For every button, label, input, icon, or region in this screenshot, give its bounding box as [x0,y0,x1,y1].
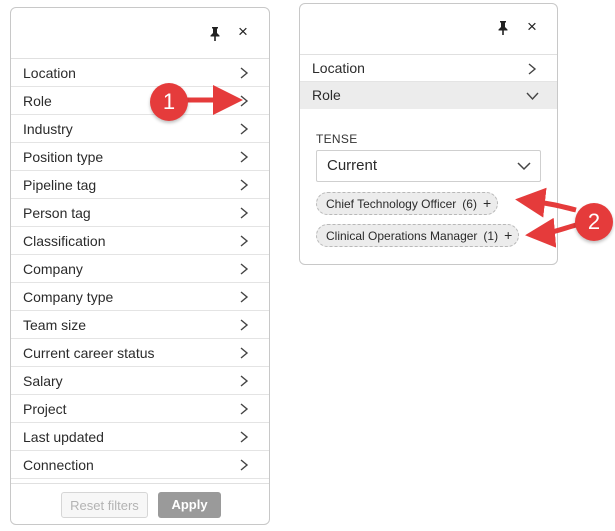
filter-item-company[interactable]: Company [11,255,269,283]
chevron-right-icon [240,67,249,79]
filter-item-current-career-status[interactable]: Current career status [11,339,269,367]
filter-item-label: Connection [23,457,94,473]
chip-label: Clinical Operations Manager [326,229,478,243]
filter-item-label: Role [23,93,52,109]
chevron-right-icon [240,263,249,275]
chevron-right-icon [240,207,249,219]
role-chip-chief-technology-officer[interactable]: Chief Technology Officer (6) + [316,192,499,215]
chevron-right-icon [240,403,249,415]
chevron-right-icon [240,123,249,135]
pin-icon[interactable] [497,21,509,35]
pin-icon[interactable] [209,27,221,41]
filter-item-industry[interactable]: Industry [11,115,269,143]
filter-item-location[interactable]: Location [11,59,269,87]
role-chip-clinical-operations-manager[interactable]: Clinical Operations Manager (1) + [316,224,520,247]
plus-icon[interactable]: + [504,227,512,243]
filter-item-label: Classification [23,233,106,249]
filter-item-label: Company [23,261,83,277]
filter-item-connection[interactable]: Connection [11,451,269,479]
filter-item-person-tag[interactable]: Person tag [11,199,269,227]
tense-select-value: Current [327,157,378,174]
filter-item-label: Role [312,87,341,103]
chip-count: (6) [462,197,477,211]
panel-header: × [11,8,269,59]
filter-item-company-type[interactable]: Company type [11,283,269,311]
chevron-right-icon [240,319,249,331]
tense-select[interactable]: Current [316,150,541,182]
chevron-right-icon [240,291,249,303]
filter-item-label: Location [23,65,76,81]
close-icon[interactable]: × [524,18,540,36]
filter-item-label: Company type [23,289,114,305]
filter-item-last-updated[interactable]: Last updated [11,423,269,451]
filter-item-label: Person tag [23,205,91,221]
chip-label: Chief Technology Officer [326,197,457,211]
chevron-right-icon [240,459,249,471]
chevron-right-icon [240,151,249,163]
filter-item-position-type[interactable]: Position type [11,143,269,171]
filter-item-label: Pipeline tag [23,177,97,193]
chevron-down-icon [526,92,539,101]
filter-item-role[interactable]: Role [11,87,269,115]
chevron-right-icon [240,179,249,191]
filter-item-label: Industry [23,121,73,137]
chevron-right-icon [240,95,249,107]
callout-badge-1: 1 [150,83,188,121]
filter-item-pipeline-tag[interactable]: Pipeline tag [11,171,269,199]
close-icon[interactable]: × [235,23,251,41]
chevron-right-icon [240,347,249,359]
chip-count: (1) [483,229,499,243]
reset-filters-button[interactable]: Reset filters [61,492,148,518]
chevron-right-icon [240,431,249,443]
filter-item-project[interactable]: Project [11,395,269,423]
apply-button[interactable]: Apply [158,492,221,518]
panel-header: × [300,4,557,55]
filter-item-label: Location [312,60,365,76]
plus-icon[interactable]: + [483,195,491,211]
filter-item-label: Team size [23,317,87,333]
panel-footer: Reset filters Apply [11,483,269,524]
tense-label: TENSE [316,132,358,146]
filter-item-team-size[interactable]: Team size [11,311,269,339]
filter-item-salary[interactable]: Salary [11,367,269,395]
filter-item-label: Salary [23,373,63,389]
filter-panel-right: × Location Role TENSE Current Chief Tech… [299,3,558,265]
filter-item-classification[interactable]: Classification [11,227,269,255]
filter-item-role[interactable]: Role [300,82,557,109]
chevron-right-icon [528,63,537,75]
chevron-right-icon [240,375,249,387]
filter-item-location[interactable]: Location [300,55,557,82]
filter-item-label: Position type [23,149,104,165]
filter-list: Location Role Industry Position type Pipelin… [11,59,269,479]
chevron-down-icon [517,162,531,171]
filter-panel-left: × Location Role Industry Position type Pipel… [10,7,270,525]
chevron-right-icon [240,235,249,247]
filter-item-label: Last updated [23,429,104,445]
callout-badge-2: 2 [575,203,613,241]
filter-item-label: Current career status [23,345,155,361]
filter-item-label: Project [23,401,67,417]
